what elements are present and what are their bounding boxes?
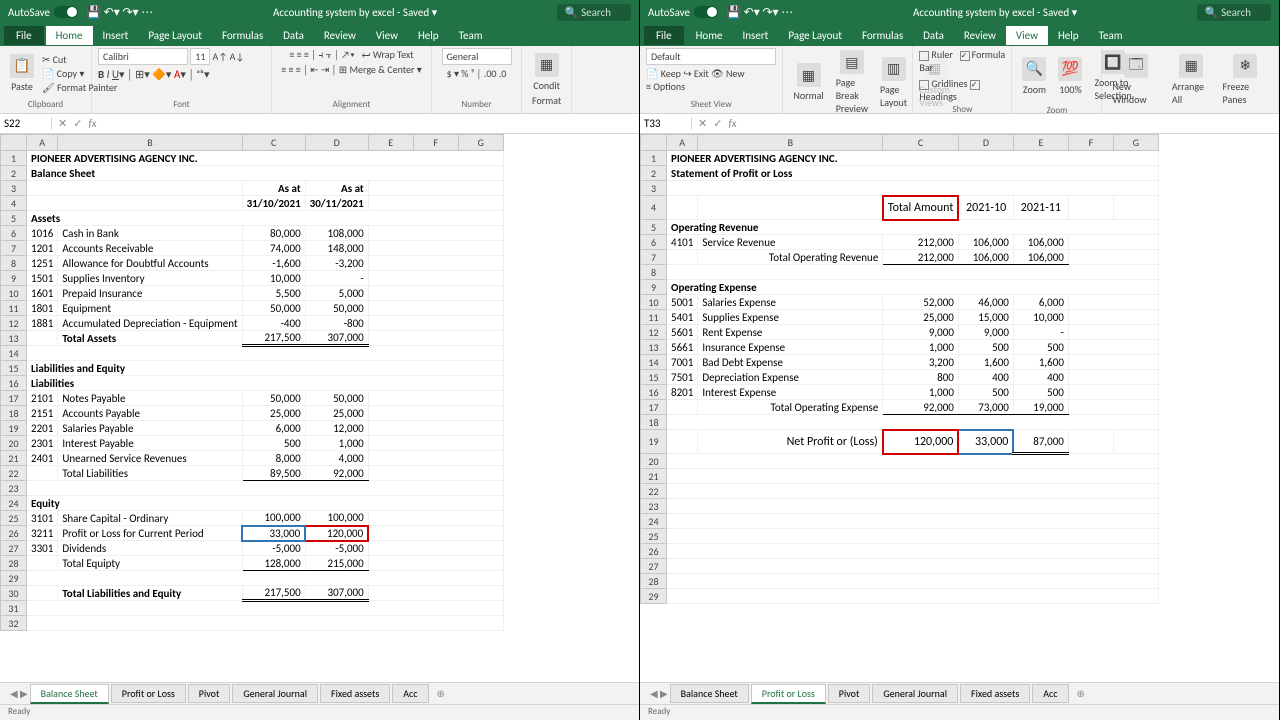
qat-icons[interactable]: 💾 ↶▾ ↷▾ ⋯	[86, 5, 153, 20]
data-tab[interactable]: Data	[273, 26, 314, 45]
view-tab[interactable]: View	[366, 26, 408, 45]
filename: Accounting system by excel - Saved ▾	[153, 6, 557, 19]
exit-button[interactable]: ↪ Exit	[683, 67, 709, 80]
font-grow[interactable]: A↑	[213, 50, 228, 63]
search-box[interactable]: 🔍 Search	[557, 4, 631, 21]
review-tab[interactable]: Review	[314, 26, 366, 45]
help-tab[interactable]: Help	[1048, 26, 1089, 45]
titlebar: AutoSave 💾 ↶▾ ↷▾ ⋯ Accounting system by …	[640, 0, 1279, 24]
sheet-tab-acc[interactable]: Acc	[1032, 684, 1068, 703]
new-sheet-button[interactable]: ⊕	[1071, 687, 1091, 700]
formulas-tab[interactable]: Formulas	[852, 26, 913, 45]
data-tab[interactable]: Data	[913, 26, 954, 45]
new-button[interactable]: 👁 New	[711, 67, 745, 80]
number-group-label: Number	[438, 98, 515, 111]
clipboard-group-label: Clipboard	[6, 98, 85, 111]
sheet-tab-profit-loss[interactable]: Profit or Loss	[111, 684, 186, 703]
wrap-text[interactable]: ↩ Wrap Text	[362, 48, 414, 61]
headings-check[interactable]	[970, 80, 980, 90]
sheet-tab-profit-loss[interactable]: Profit or Loss	[751, 684, 826, 704]
menubar: File Home Insert Page Layout Formulas Da…	[0, 24, 639, 46]
sheet-tab-fixed-assets[interactable]: Fixed assets	[960, 684, 1030, 703]
sheet-tab-balance-sheet[interactable]: Balance Sheet	[670, 684, 749, 703]
page-break-preview[interactable]: ▤Page Break Preview	[832, 48, 872, 114]
home-tab[interactable]: Home	[686, 26, 733, 45]
font-shrink[interactable]: A↓	[230, 50, 245, 63]
normal-view[interactable]: ▦Normal	[789, 61, 827, 104]
file-tab[interactable]: File	[4, 26, 44, 45]
excel-window-left: AutoSave 💾 ↶▾ ↷▾ ⋯ Accounting system by …	[0, 0, 640, 720]
sheet-tabs: ◀ ▶ Balance Sheet Profit or Loss Pivot G…	[0, 682, 639, 704]
status-bar: Ready	[640, 704, 1279, 720]
options-button[interactable]: ≡ Options	[646, 80, 685, 93]
font-size[interactable]: 11	[190, 48, 210, 65]
page-layout-view[interactable]: ▥Page Layout	[876, 55, 911, 111]
zoom-button[interactable]: 🔍Zoom	[1018, 55, 1050, 98]
cond-format[interactable]: ▦ConditFormat	[528, 51, 565, 109]
name-box[interactable]: T33	[640, 117, 692, 130]
gridlines-check[interactable]	[919, 80, 929, 90]
home-tab[interactable]: Home	[46, 26, 93, 45]
tab-nav[interactable]: ◀ ▶	[10, 687, 28, 700]
new-sheet-button[interactable]: ⊕	[431, 687, 451, 700]
excel-window-right: AutoSave 💾 ↶▾ ↷▾ ⋯ Accounting system by …	[640, 0, 1280, 720]
sheet-tab-general-journal[interactable]: General Journal	[232, 684, 318, 703]
file-tab[interactable]: File	[644, 26, 684, 45]
namebox-row: S22 ✕ ✓ fx	[0, 114, 639, 134]
underline-button[interactable]: U	[112, 68, 119, 81]
team-tab[interactable]: Team	[449, 26, 493, 45]
sheet-tab-pivot[interactable]: Pivot	[188, 684, 231, 703]
menubar: File Home Insert Page Layout Formulas Da…	[640, 24, 1279, 46]
autosave-label: AutoSave	[8, 6, 50, 19]
freeze-panes[interactable]: ❄Freeze Panes	[1219, 52, 1272, 108]
worksheet-grid[interactable]: ABCDEFG1PIONEER ADVERTISING AGENCY INC.2…	[640, 134, 1279, 682]
name-box[interactable]: S22	[0, 117, 52, 130]
sheet-tab-pivot[interactable]: Pivot	[828, 684, 871, 703]
worksheet-grid[interactable]: ABCDEFG1PIONEER ADVERTISING AGENCY INC.2…	[0, 134, 639, 682]
review-tab[interactable]: Review	[954, 26, 1006, 45]
sheet-tab-balance-sheet[interactable]: Balance Sheet	[30, 684, 109, 704]
filename: Accounting system by excel - Saved ▾	[793, 6, 1197, 19]
keep-button[interactable]: 📄 Keep	[646, 67, 681, 80]
fx-cancel-icon[interactable]: ✕	[58, 117, 67, 130]
number-format[interactable]: General	[442, 48, 512, 65]
ribbon-view: Default 📄 Keep ↪ Exit 👁 New ≡ Options Sh…	[640, 46, 1279, 114]
titlebar: AutoSave 💾 ↶▾ ↷▾ ⋯ Accounting system by …	[0, 0, 639, 24]
zoom-100[interactable]: 💯100%	[1054, 55, 1086, 98]
sheet-tab-acc[interactable]: Acc	[392, 684, 428, 703]
sheet-view-select[interactable]: Default	[646, 48, 776, 65]
qat-icons[interactable]: 💾 ↶▾ ↷▾ ⋯	[726, 5, 793, 20]
merge-center[interactable]: ⊞ Merge & Center ▾	[339, 63, 422, 76]
sheet-tab-fixed-assets[interactable]: Fixed assets	[320, 684, 390, 703]
insert-tab[interactable]: Insert	[93, 26, 139, 45]
fx-check-icon[interactable]: ✓	[73, 117, 82, 130]
alignment-group-label: Alignment	[278, 98, 425, 111]
bold-button[interactable]: B	[98, 68, 104, 81]
font-group-label: Font	[98, 98, 265, 111]
font-name[interactable]: Calibri	[98, 48, 188, 65]
help-tab[interactable]: Help	[408, 26, 449, 45]
arrange-all[interactable]: ▦Arrange All	[1168, 52, 1215, 108]
autosave-toggle[interactable]	[694, 6, 718, 18]
status-bar: Ready	[0, 704, 639, 720]
formula-bar-check[interactable]	[960, 51, 970, 61]
new-window[interactable]: 🗔New Window	[1108, 52, 1163, 108]
sheet-tab-general-journal[interactable]: General Journal	[872, 684, 958, 703]
autosave-toggle[interactable]	[54, 6, 78, 18]
page-layout-tab[interactable]: Page Layout	[138, 26, 212, 45]
ruler-check[interactable]	[919, 51, 929, 61]
formulas-tab[interactable]: Formulas	[212, 26, 273, 45]
insert-tab[interactable]: Insert	[733, 26, 779, 45]
paste-button[interactable]: 📋Paste	[6, 52, 38, 95]
ribbon-home: 📋Paste ✂ Cut 📄 Copy ▾ 🖌 Format Painter C…	[0, 46, 639, 114]
tab-nav[interactable]: ◀ ▶	[650, 687, 668, 700]
italic-button[interactable]: I	[107, 68, 110, 81]
view-tab[interactable]: View	[1006, 26, 1048, 45]
search-box[interactable]: 🔍 Search	[1197, 4, 1271, 21]
fx-icon[interactable]: fx	[88, 117, 96, 130]
page-layout-tab[interactable]: Page Layout	[778, 26, 852, 45]
team-tab[interactable]: Team	[1089, 26, 1133, 45]
